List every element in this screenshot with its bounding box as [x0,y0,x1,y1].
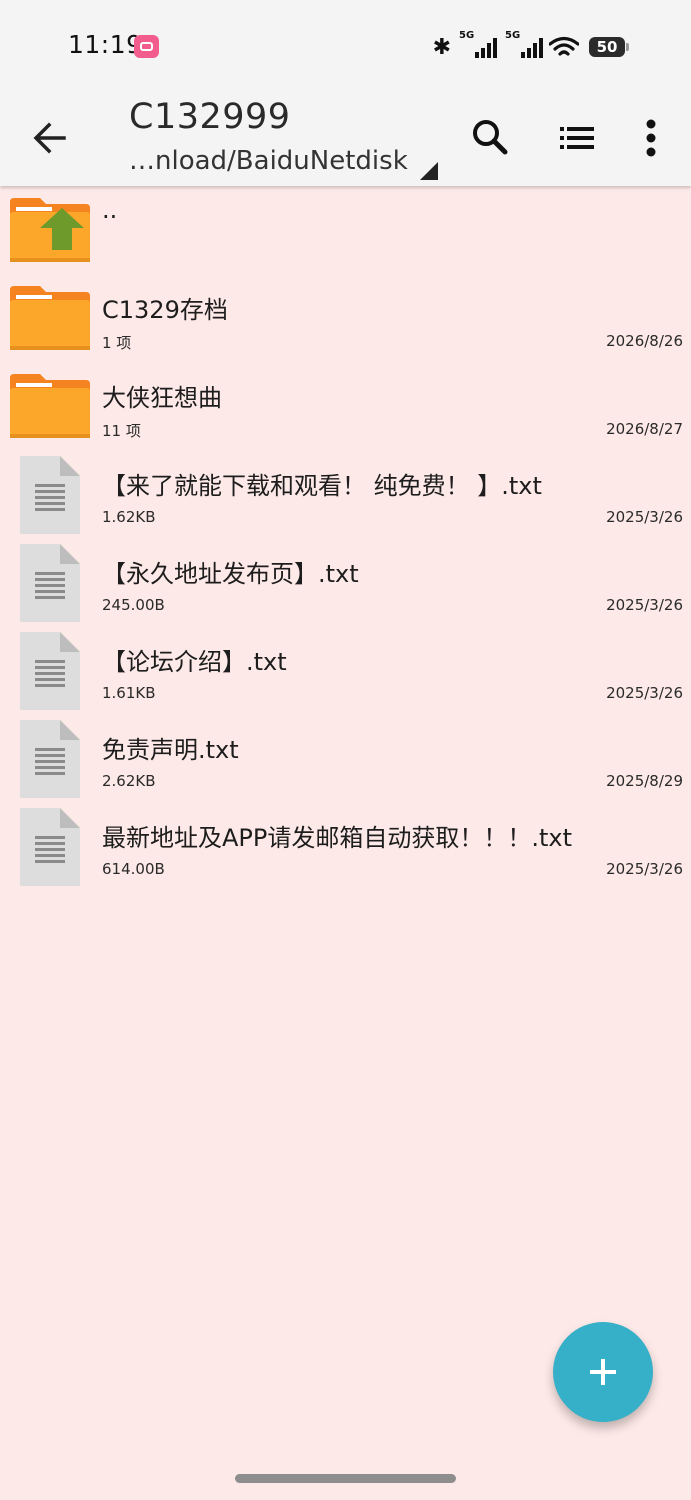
status-time: 11:19 [68,30,143,59]
more-vert-icon[interactable] [627,114,675,162]
list-item-folder[interactable]: 大侠狂想曲 11 项 2026/8/27 [0,362,691,450]
list-item-file[interactable]: 【永久地址发布页】.txt 245.00B 2025/3/26 [0,538,691,626]
folder-icon [10,286,90,350]
add-icon [590,1359,616,1385]
file-name: 【来了就能下载和观看！ 纯免费！ 】.txt [102,472,542,500]
folder-icon [10,374,90,438]
file-name: C1329存档 [102,296,228,324]
modified-date: 2025/3/26 [606,596,683,614]
modified-date: 2025/3/26 [606,860,683,878]
status-icons: ✱ 5G 5G 50 [432,30,629,64]
file-size: 1.62KB [102,508,156,526]
text-file-icon [20,632,80,710]
text-file-icon [20,544,80,622]
file-name: .. [102,196,118,224]
file-size: 1.61KB [102,684,156,702]
list-item-parent-folder[interactable]: .. [0,186,691,274]
bilibili-notification-icon [134,35,159,58]
list-item-file[interactable]: 【论坛介绍】.txt 1.61KB 2025/3/26 [0,626,691,714]
modified-date: 2026/8/26 [606,332,683,350]
modified-date: 2026/8/27 [606,420,683,438]
search-icon[interactable] [466,114,514,162]
file-size: 245.00B [102,596,165,614]
text-file-icon [20,720,80,798]
file-size: 614.00B [102,860,165,878]
app-toolbar: C132999 …nload/BaiduNetdisk [0,90,691,186]
file-name: 大侠狂想曲 [102,384,222,412]
modified-date: 2025/3/26 [606,684,683,702]
battery-icon: 50 [589,37,629,57]
modified-date: 2025/8/29 [606,772,683,790]
signal-icon-1: 5G [459,30,497,58]
file-name: 【论坛介绍】.txt [102,648,287,676]
path-dropdown[interactable]: …nload/BaiduNetdisk [129,146,408,176]
file-size: 2.62KB [102,772,156,790]
list-item-file[interactable]: 免责声明.txt 2.62KB 2025/8/29 [0,714,691,802]
file-name: 最新地址及APP请发邮箱自动获取！！！.txt [102,824,573,852]
dropdown-triangle-icon[interactable] [420,162,438,180]
list-view-icon[interactable] [552,114,600,162]
text-file-icon [20,808,80,886]
signal-icon-2: 5G [505,30,543,58]
status-bar: 11:19 ✱ 5G 5G 50 [0,0,691,90]
list-item-folder[interactable]: C1329存档 1 项 2026/8/26 [0,274,691,362]
bluetooth-icon: ✱ [432,34,451,60]
text-file-icon [20,456,80,534]
modified-date: 2025/3/26 [606,508,683,526]
home-gesture-bar[interactable] [235,1474,456,1483]
wifi-icon [549,36,579,56]
add-fab-button[interactable] [553,1322,653,1422]
list-item-file[interactable]: 最新地址及APP请发邮箱自动获取！！！.txt 614.00B 2025/3/2… [0,802,691,890]
list-item-file[interactable]: 【来了就能下载和观看！ 纯免费！ 】.txt 1.62KB 2025/3/26 [0,450,691,538]
folder-up-icon [10,198,90,262]
file-name: 【永久地址发布页】.txt [102,560,359,588]
item-count: 1 项 [102,334,132,352]
folder-title: C132999 [129,97,291,137]
file-name: 免责声明.txt [102,736,239,764]
arrow-back-icon[interactable] [28,116,72,160]
item-count: 11 项 [102,422,141,440]
